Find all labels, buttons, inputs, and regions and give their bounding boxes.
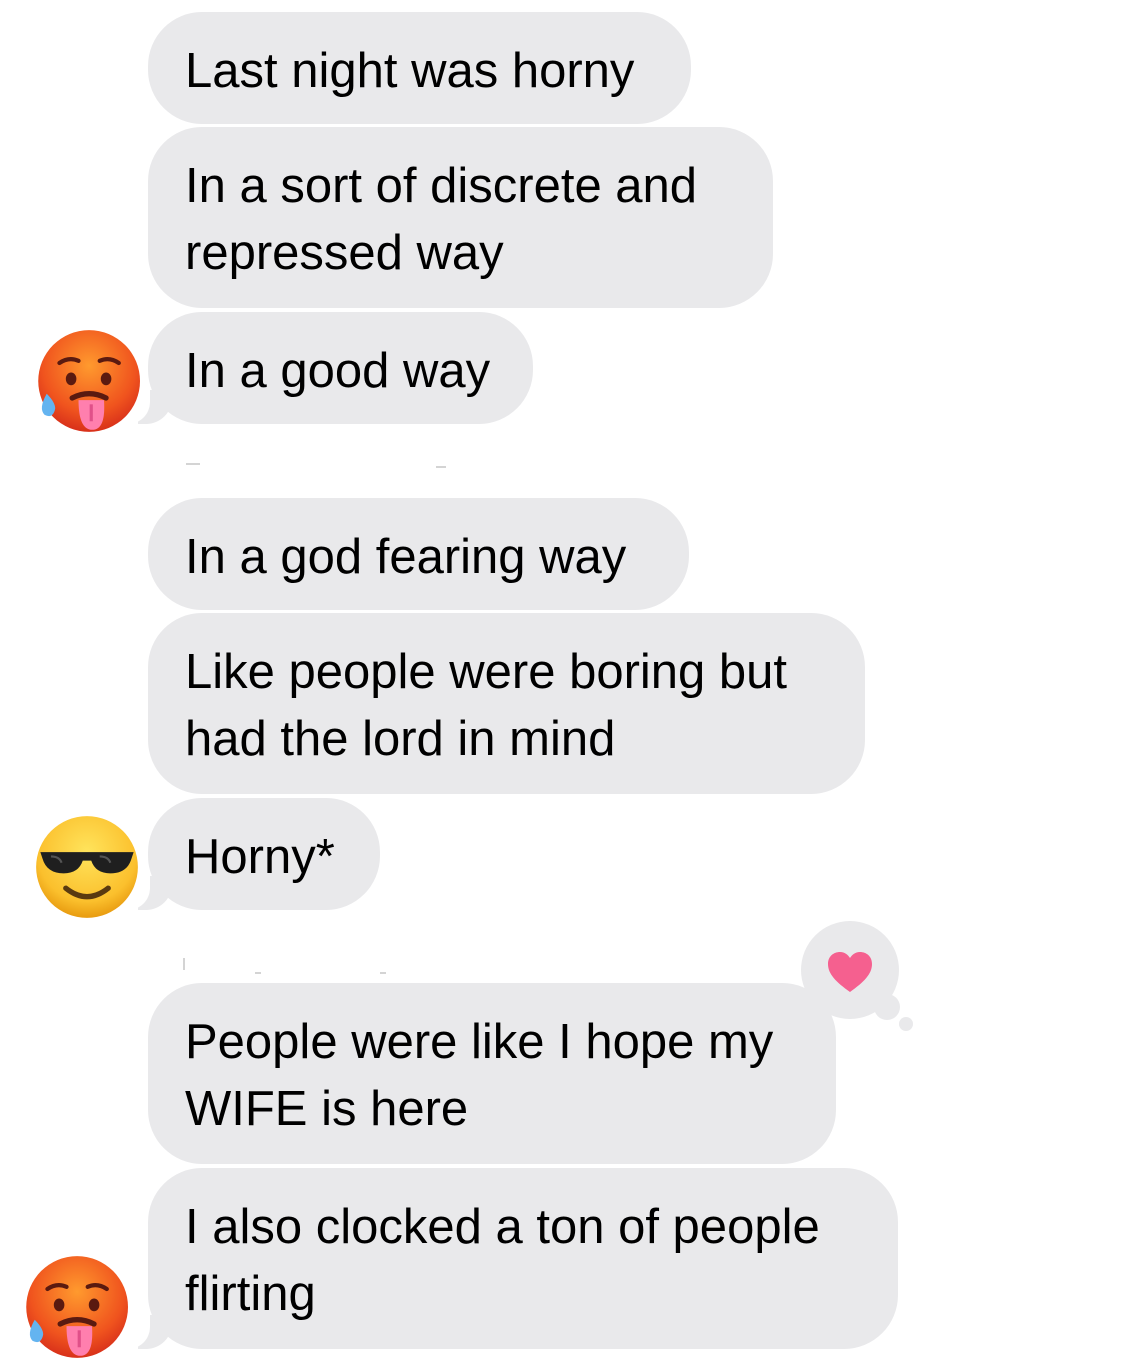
message-bubble[interactable]: Like people were boring but had the lord… — [148, 613, 865, 794]
bubble-tail — [120, 1309, 172, 1349]
heart-icon — [828, 952, 872, 992]
hot-face-emoji-icon — [38, 330, 140, 432]
message-bubble[interactable]: People were like I hope my WIFE is here — [148, 983, 836, 1164]
bubble-tail — [120, 870, 172, 910]
divider — [183, 958, 185, 970]
hot-face-emoji-icon — [26, 1256, 128, 1358]
message-bubble[interactable]: I also clocked a ton of people flirting — [148, 1168, 898, 1349]
bubble-tail — [120, 384, 172, 424]
message-bubble[interactable]: Horny* — [148, 798, 380, 910]
sunglasses-face-emoji-icon — [36, 816, 138, 918]
divider — [186, 463, 200, 465]
message-bubble[interactable]: Last night was horny — [148, 12, 691, 124]
tapback-dot — [899, 1017, 913, 1031]
divider — [436, 466, 446, 468]
divider — [380, 972, 386, 974]
divider — [255, 972, 261, 974]
tapback-dot — [874, 994, 900, 1020]
message-bubble[interactable]: In a good way — [148, 312, 533, 424]
message-bubble[interactable]: In a god fearing way — [148, 498, 689, 610]
message-bubble[interactable]: In a sort of discrete and repressed way — [148, 127, 773, 308]
